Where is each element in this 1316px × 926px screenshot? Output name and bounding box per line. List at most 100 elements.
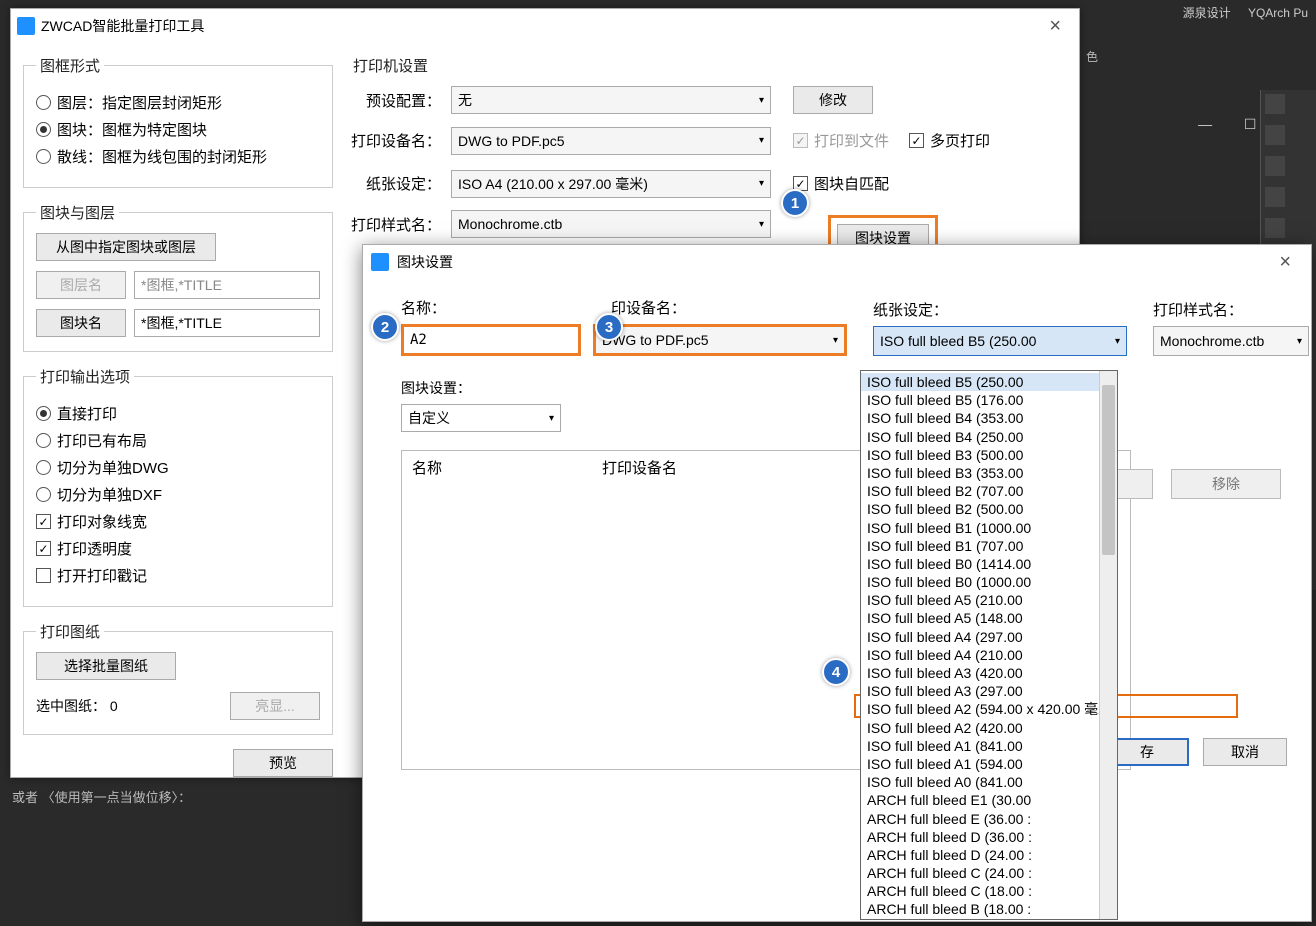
preset-dropdown[interactable]: 无▾ [451,86,771,114]
paper-option[interactable]: ISO full bleed B2 (707.00 [861,482,1099,500]
cad-ribbon-row: 色 [1080,48,1316,68]
cancel-button[interactable]: 取消 [1203,738,1287,766]
paper-dropdown[interactable]: ISO A4 (210.00 x 297.00 毫米)▾ [451,170,771,198]
paper-dropdown-list[interactable]: ISO full bleed B5 (250.00ISO full bleed … [860,370,1118,920]
legend-frame-form: 图框形式 [36,55,104,76]
remove-button[interactable]: 移除 [1171,469,1281,499]
paper-option[interactable]: ISO full bleed A2 (420.00 [861,719,1099,737]
legend-printer: 打印机设置 [349,55,432,76]
check-stamp[interactable]: 打开打印戳记 [36,565,320,586]
dlg1-titlebar[interactable]: ZWCAD智能批量打印工具 × [11,9,1079,43]
tool-icon[interactable] [1265,218,1285,238]
tool-icon[interactable] [1265,187,1285,207]
paper-option[interactable]: ISO full bleed A5 (148.00 [861,609,1099,627]
chevron-down-icon: ▾ [1115,336,1120,347]
paper-option[interactable]: ISO full bleed A2 (594.00 x 420.00 毫米) [861,700,1099,718]
label-paper: 纸张设定： [349,173,441,194]
check-transparency[interactable]: 打印透明度 [36,538,320,559]
scrollbar-thumb[interactable] [1102,385,1115,555]
check-automatch[interactable]: 图块自匹配 [793,173,889,194]
callout-1: 1 [781,189,809,217]
group-drawings: 打印图纸 选择批量图纸 选中图纸： 0 亮显... [23,621,333,735]
paper-option[interactable]: ISO full bleed B0 (1414.00 [861,555,1099,573]
style-dropdown2[interactable]: Monochrome.ctb▾ [1153,326,1309,356]
name-input[interactable]: A2 [401,324,581,356]
paper-option[interactable]: ISO full bleed A3 (420.00 [861,664,1099,682]
paper-option[interactable]: ISO full bleed B4 (353.00 [861,409,1099,427]
device-dropdown2[interactable]: DWG to PDF.pc5▾ [593,324,847,356]
select-drawings-button[interactable]: 选择批量图纸 [36,652,176,680]
paper-option[interactable]: ISO full bleed B1 (707.00 [861,537,1099,555]
paper-option[interactable]: ISO full bleed B2 (500.00 [861,500,1099,518]
radio-direct[interactable]: 直接打印 [36,403,320,424]
pick-from-drawing-button[interactable]: 从图中指定图块或图层 [36,233,216,261]
modify-button[interactable]: 修改 [793,86,873,114]
paper-option[interactable]: ARCH full bleed E (36.00 : [861,810,1099,828]
radio-dwg[interactable]: 切分为单独DWG [36,457,320,478]
dlg2-title: 图块设置 [397,252,453,272]
radio-layout[interactable]: 打印已有布局 [36,430,320,451]
chevron-down-icon: ▾ [759,219,764,230]
dlg2-titlebar[interactable]: 图块设置 × [363,245,1311,279]
paper-option[interactable]: ARCH full bleed C (24.00 : [861,864,1099,882]
dlg1-title: ZWCAD智能批量打印工具 [41,16,204,36]
paper-option[interactable]: ISO full bleed B3 (500.00 [861,446,1099,464]
legend-block-layer: 图块与图层 [36,202,119,223]
paper-option[interactable]: ARCH full bleed D (36.00 : [861,828,1099,846]
paper-option[interactable]: ISO full bleed B5 (176.00 [861,391,1099,409]
paper-dropdown2[interactable]: ISO full bleed B5 (250.00▾ [873,326,1127,356]
paper-option[interactable]: ISO full bleed A4 (297.00 [861,628,1099,646]
close-icon[interactable]: × [1267,251,1303,274]
paper-option[interactable]: ISO full bleed A1 (841.00 [861,737,1099,755]
paper-option[interactable]: ISO full bleed A3 (297.00 [861,682,1099,700]
tool-icon[interactable] [1265,94,1285,114]
app-icon [17,17,35,35]
cad-menu-right: 源泉设计 YQArch Pu [1161,0,1316,22]
legend-drawings: 打印图纸 [36,621,104,642]
radio-dxf[interactable]: 切分为单独DXF [36,484,320,505]
group-frame-form: 图框形式 图层：指定图层封闭矩形 图块：图框为特定图块 散线：图框为线包围的封闭… [23,55,333,188]
callout-2: 2 [371,313,399,341]
highlight-button: 亮显... [230,692,320,720]
paper-option[interactable]: ARCH full bleed C (18.00 : [861,882,1099,900]
layer-name-input[interactable]: *图框,*TITLE [134,271,320,299]
blockset-dropdown[interactable]: 自定义▾ [401,404,561,432]
layer-name-button: 图层名 [36,271,126,299]
close-icon[interactable]: × [1037,15,1073,38]
check-multipage[interactable]: 多页打印 [909,130,990,151]
chevron-down-icon: ▾ [759,95,764,106]
label-preset: 预设配置： [349,90,441,111]
scrollbar[interactable] [1099,371,1117,919]
check-lineweight[interactable]: 打印对象线宽 [36,511,320,532]
preview-button[interactable]: 预览 [233,749,333,777]
chevron-down-icon: ▾ [1297,336,1302,347]
command-line-prompt: 或者 〈使用第一点当做位移〉： [12,787,191,806]
paper-option[interactable]: ISO full bleed A0 (841.00 [861,773,1099,791]
block-name-input[interactable]: *图框,*TITLE [134,309,320,337]
label-device2: 印设备名： [611,297,847,318]
label-device: 打印设备名： [349,130,441,151]
paper-option[interactable]: ISO full bleed B0 (1000.00 [861,573,1099,591]
device-dropdown[interactable]: DWG to PDF.pc5▾ [451,127,771,155]
paper-option[interactable]: ISO full bleed B1 (1000.00 [861,519,1099,537]
paper-option[interactable]: ARCH full bleed B (18.00 : [861,900,1099,918]
tool-icon[interactable] [1265,125,1285,145]
radio-poly[interactable]: 散线：图框为线包围的封闭矩形 [36,146,320,167]
check-to-file: 打印到文件 [793,130,889,151]
label-style2: 打印样式名： [1153,299,1309,320]
chevron-down-icon: ▾ [759,178,764,189]
block-settings-dialog: 图块设置 × 2 名称： A2 3 印设备名： DWG to PDF.pc5▾ … [362,244,1312,922]
tool-icon[interactable] [1265,156,1285,176]
style-dropdown[interactable]: Monochrome.ctb▾ [451,210,771,238]
paper-option[interactable]: ISO full bleed A4 (210.00 [861,646,1099,664]
radio-block[interactable]: 图块：图框为特定图块 [36,119,320,140]
block-name-button[interactable]: 图块名 [36,309,126,337]
paper-option[interactable]: ISO full bleed A1 (594.00 [861,755,1099,773]
radio-layer[interactable]: 图层：指定图层封闭矩形 [36,92,320,113]
paper-option[interactable]: ISO full bleed B4 (250.00 [861,428,1099,446]
paper-option[interactable]: ISO full bleed A5 (210.00 [861,591,1099,609]
paper-option[interactable]: ISO full bleed B5 (250.00 [861,373,1099,391]
paper-option[interactable]: ISO full bleed B3 (353.00 [861,464,1099,482]
paper-option[interactable]: ARCH full bleed E1 (30.00 [861,791,1099,809]
paper-option[interactable]: ARCH full bleed D (24.00 : [861,846,1099,864]
